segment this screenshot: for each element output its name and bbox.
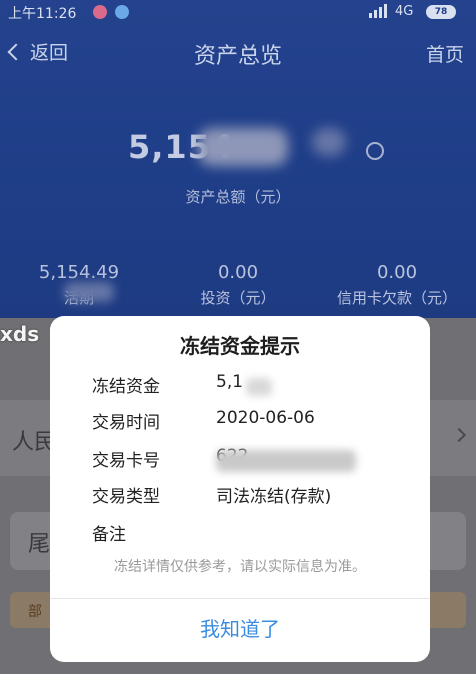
- redaction-blur: [312, 128, 346, 156]
- detail-key: 交易时间: [92, 413, 160, 433]
- dialog-disclaimer: 冻结详情仅供参考，请以实际信息为准。: [114, 559, 366, 575]
- notice-strip-label: 部: [28, 604, 42, 620]
- redaction-blur: [198, 128, 288, 166]
- page-title: 资产总览: [193, 44, 282, 69]
- detail-key: 交易卡号: [92, 451, 160, 471]
- home-button[interactable]: 首页: [426, 40, 464, 67]
- stat-value: 5,154.49: [38, 262, 120, 283]
- watermark: xds: [0, 322, 40, 346]
- network-type: 4G: [395, 4, 414, 19]
- detail-row-transaction-type: 交易类型 司法冻结(存款): [92, 482, 412, 510]
- detail-key: 冻结资金: [92, 377, 160, 397]
- stat-value: 0.00: [217, 262, 259, 283]
- notification-app-icon: [93, 5, 107, 19]
- status-bar: 上午11:26 4G 78: [0, 0, 476, 24]
- notification-alipay-icon: [115, 5, 129, 19]
- detail-row-transaction-time: 交易时间 2020-06-06: [92, 408, 412, 436]
- dialog-title: 冻结资金提示: [180, 334, 300, 358]
- redaction-blur: [216, 450, 356, 472]
- confirm-button[interactable]: 我知道了: [50, 599, 430, 662]
- redaction-blur: [64, 282, 114, 302]
- account-card-label: 尾: [28, 532, 51, 557]
- redaction-blur: [246, 378, 272, 396]
- detail-value: 2020-06-06: [216, 408, 315, 428]
- detail-key: 备注: [92, 525, 126, 545]
- signal-icon: [369, 4, 387, 18]
- frozen-funds-dialog: 冻结资金提示 冻结资金 5,1 交易时间 2020-06-06 交易卡号 622…: [50, 316, 430, 662]
- stat-value: 0.00: [376, 262, 418, 283]
- status-time: 上午11:26: [8, 6, 77, 22]
- stat-investment[interactable]: 0.00 投资（元）: [159, 262, 317, 308]
- detail-value: 司法冻结(存款): [216, 487, 332, 507]
- battery-icon: 78: [426, 5, 456, 19]
- detail-row-remark: 备注: [92, 520, 412, 548]
- stat-label: 投资（元）: [200, 289, 276, 307]
- total-assets-label: 资产总额（元）: [185, 188, 291, 206]
- detail-value: 5,1: [216, 372, 244, 392]
- stat-label: 信用卡欠款（元）: [336, 289, 457, 307]
- detail-key: 交易类型: [92, 487, 160, 507]
- eye-toggle-icon[interactable]: [366, 142, 384, 160]
- stat-credit-card-debt[interactable]: 0.00 信用卡欠款（元）: [318, 262, 476, 308]
